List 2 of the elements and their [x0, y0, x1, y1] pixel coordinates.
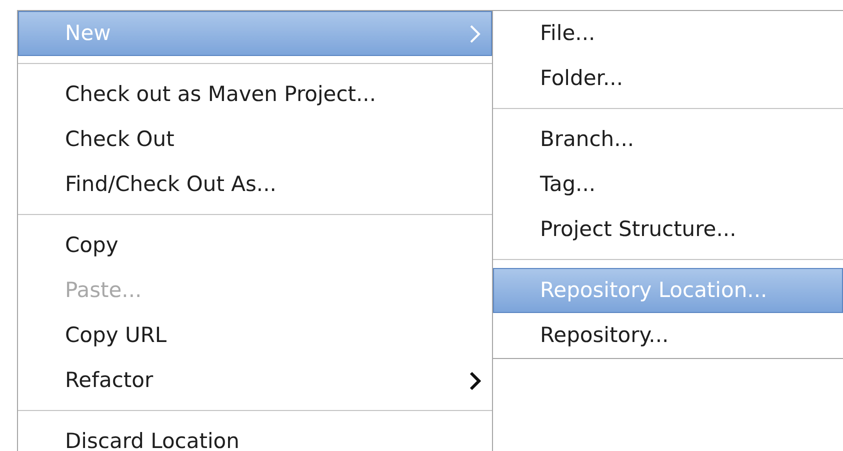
chevron-right-icon [469, 24, 481, 44]
chevron-right-icon [469, 370, 481, 390]
